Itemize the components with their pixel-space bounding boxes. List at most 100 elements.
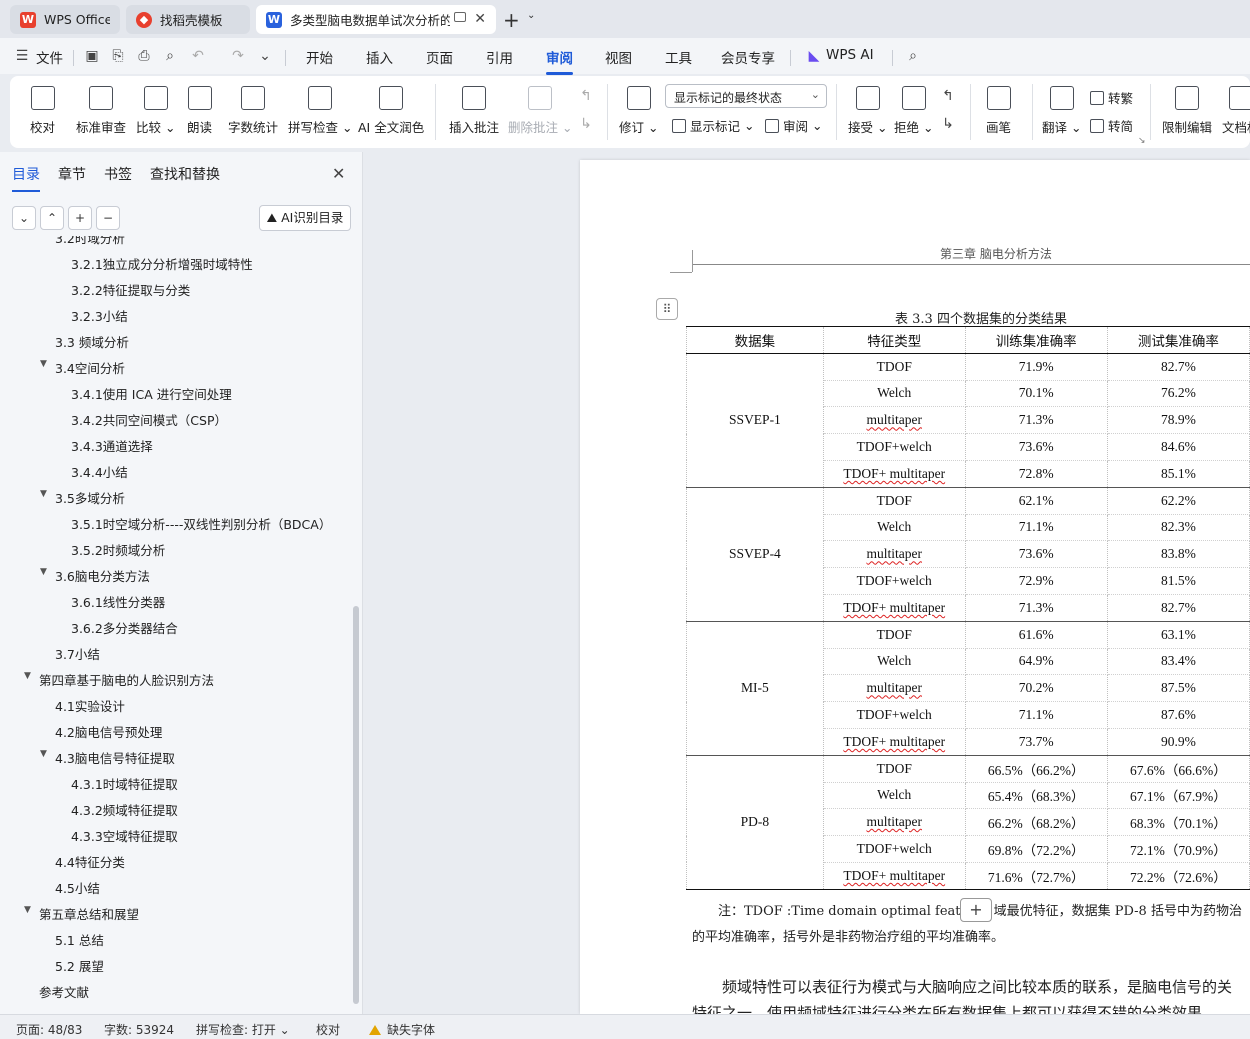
toc-item[interactable]: 3.3 频域分析: [55, 332, 129, 351]
toc-item[interactable]: 3.5.1时空域分析----双线性判别分析（BDCA）: [71, 514, 331, 533]
toc-item[interactable]: 4.5小结: [55, 878, 100, 897]
previous-comment-icon[interactable]: ↰: [578, 88, 594, 104]
toc-item[interactable]: ▼ 第四章基于脑电的人脸识别方法: [24, 670, 214, 689]
next-comment-icon[interactable]: ↳: [578, 116, 594, 132]
search-icon[interactable]: ⌕: [905, 48, 921, 64]
hamburger-menu-icon[interactable]: ☰: [14, 48, 30, 64]
toc-item[interactable]: 4.3.1时域特征提取: [71, 774, 178, 793]
proofread-status[interactable]: 校对: [316, 1021, 340, 1038]
tab-docer-templates[interactable]: ◆ 找稻壳模板: [126, 5, 250, 34]
tab-find-replace[interactable]: 查找和替换: [150, 164, 220, 184]
chevron-down-icon[interactable]: ⌄: [527, 10, 535, 21]
review-pane-button[interactable]: 审阅 ⌄: [765, 116, 822, 135]
menu-insert[interactable]: 插入: [366, 47, 393, 67]
toc-scrollbar[interactable]: [353, 606, 359, 1004]
toc-item[interactable]: 3.2.3小结: [71, 306, 128, 325]
insert-comment-button[interactable]: 插入批注: [449, 76, 499, 148]
toc-item[interactable]: 4.3.3空域特征提取: [71, 826, 178, 845]
toc-item[interactable]: 参考文献: [39, 982, 89, 1001]
page-indicator[interactable]: 页面: 48/83: [16, 1021, 82, 1038]
reject-button[interactable]: 拒绝 ⌄: [894, 76, 933, 148]
pen-button[interactable]: 画笔: [986, 76, 1011, 148]
menu-tools[interactable]: 工具: [665, 47, 692, 67]
toc-item[interactable]: 3.4.3通道选择: [71, 436, 153, 455]
ai-toc-button[interactable]: ⛰ AI识别目录: [259, 205, 351, 231]
menu-member[interactable]: 会员专享: [721, 47, 775, 67]
menu-page[interactable]: 页面: [426, 47, 453, 67]
toc-item[interactable]: ▼ 3.6脑电分类方法: [40, 566, 150, 585]
translate-button[interactable]: 翻译 ⌄: [1042, 76, 1081, 148]
track-changes-button[interactable]: 修订 ⌄: [619, 76, 658, 148]
new-tab-plus-icon[interactable]: +: [503, 8, 520, 32]
toc-item[interactable]: 5.2 展望: [55, 956, 104, 975]
to-simplified-button[interactable]: 转简: [1090, 116, 1133, 135]
menu-references[interactable]: 引用: [486, 47, 513, 67]
toc-item[interactable]: 3.2时域分析: [55, 236, 125, 247]
collapse-arrow-icon[interactable]: ▼: [24, 671, 31, 681]
tab-wps-office[interactable]: W WPS Office: [10, 5, 120, 34]
toc-item[interactable]: 3.7小结: [55, 644, 100, 663]
toc-item[interactable]: ▼ 3.5多域分析: [40, 488, 125, 507]
to-traditional-button[interactable]: 转繁: [1090, 88, 1133, 107]
undo-icon[interactable]: ↶: [190, 48, 206, 64]
collapse-arrow-icon[interactable]: ▼: [40, 749, 47, 759]
close-tab-icon[interactable]: ✕: [474, 11, 486, 27]
word-count-indicator[interactable]: 字数: 53924: [104, 1021, 174, 1038]
toc-item[interactable]: 3.5.2时频域分析: [71, 540, 165, 559]
delete-comment-button[interactable]: 删除批注 ⌄: [508, 76, 572, 148]
monitor-icon[interactable]: [454, 12, 466, 22]
restrict-editing-button[interactable]: 限制编辑: [1162, 76, 1212, 148]
toc-item[interactable]: 5.1 总结: [55, 930, 104, 949]
tab-sections[interactable]: 章节: [58, 164, 86, 184]
quick-access-dropdown-icon[interactable]: ⌄: [257, 48, 273, 64]
next-change-icon[interactable]: ↳: [940, 116, 956, 132]
previous-change-icon[interactable]: ↰: [940, 88, 956, 104]
toc-item[interactable]: 4.4特征分类: [55, 852, 125, 871]
export-pdf-icon[interactable]: ⎘: [110, 48, 126, 64]
remove-heading-button[interactable]: −: [96, 206, 120, 230]
menu-file[interactable]: 文件: [36, 47, 63, 67]
word-count-button[interactable]: 字数统计: [228, 76, 278, 148]
table-move-handle-icon[interactable]: ⠿: [656, 298, 678, 320]
spell-check-status[interactable]: 拼写检查: 打开 ⌄: [196, 1021, 290, 1038]
menu-review[interactable]: 审阅: [546, 47, 573, 75]
markup-display-select[interactable]: 显示标记的最终状态 ⌄: [665, 84, 827, 108]
menu-home[interactable]: 开始: [306, 47, 333, 67]
tab-toc[interactable]: 目录: [12, 164, 40, 192]
ai-polish-button[interactable]: AI 全文润色: [358, 76, 424, 148]
print-preview-icon[interactable]: ⌕: [162, 48, 178, 64]
compare-button[interactable]: 比较 ⌄: [136, 76, 175, 148]
standard-review-button[interactable]: 标准审查: [76, 76, 126, 148]
proofread-button[interactable]: 校对: [30, 76, 55, 148]
toc-item[interactable]: 3.4.4小结: [71, 462, 128, 481]
spell-check-button[interactable]: 拼写检查 ⌄: [288, 76, 352, 148]
accept-button[interactable]: 接受 ⌄: [848, 76, 887, 148]
menu-wps-ai[interactable]: WPS AI: [826, 47, 874, 63]
toc-item[interactable]: ▼ 第五章总结和展望: [24, 904, 139, 923]
close-panel-icon[interactable]: ✕: [332, 164, 345, 183]
save-icon[interactable]: ▣: [84, 48, 100, 64]
redo-icon[interactable]: ↷: [230, 48, 246, 64]
collapse-arrow-icon[interactable]: ▼: [40, 359, 47, 369]
tab-bookmarks[interactable]: 书签: [104, 164, 132, 184]
read-aloud-button[interactable]: 朗读: [187, 76, 212, 148]
collapse-arrow-icon[interactable]: ▼: [40, 567, 47, 577]
toc-item[interactable]: 3.2.2特征提取与分类: [71, 280, 190, 299]
toc-item[interactable]: ▼ 4.3脑电信号特征提取: [40, 748, 175, 767]
add-heading-button[interactable]: +: [68, 206, 92, 230]
toc-item[interactable]: 3.4.2共同空间模式（CSP）: [71, 410, 227, 429]
missing-font-warning[interactable]: 缺失字体: [369, 1021, 435, 1038]
toc-item[interactable]: 4.3.2频域特征提取: [71, 800, 178, 819]
collapse-up-button[interactable]: ⌃: [40, 206, 64, 230]
add-row-plus-icon[interactable]: +: [960, 898, 992, 922]
toc-item[interactable]: 3.2.1独立成分分析增强时域特性: [71, 254, 253, 273]
collapse-arrow-icon[interactable]: ▼: [40, 489, 47, 499]
tab-current-document[interactable]: W 多类型脑电数据单试次分析的 ✕: [256, 5, 496, 34]
document-permission-button[interactable]: 文档权: [1222, 76, 1250, 148]
toc-item[interactable]: 4.1实验设计: [55, 696, 125, 715]
toc-item[interactable]: 3.6.2多分类器结合: [71, 618, 178, 637]
document-page[interactable]: 第三章 脑电分析方法 ⠿ 表 3.3 四个数据集的分类结果 数据集 特征类型 训…: [580, 160, 1250, 1014]
expand-down-button[interactable]: ⌄: [12, 206, 36, 230]
menu-view[interactable]: 视图: [605, 47, 632, 67]
collapse-arrow-icon[interactable]: ▼: [24, 905, 31, 915]
